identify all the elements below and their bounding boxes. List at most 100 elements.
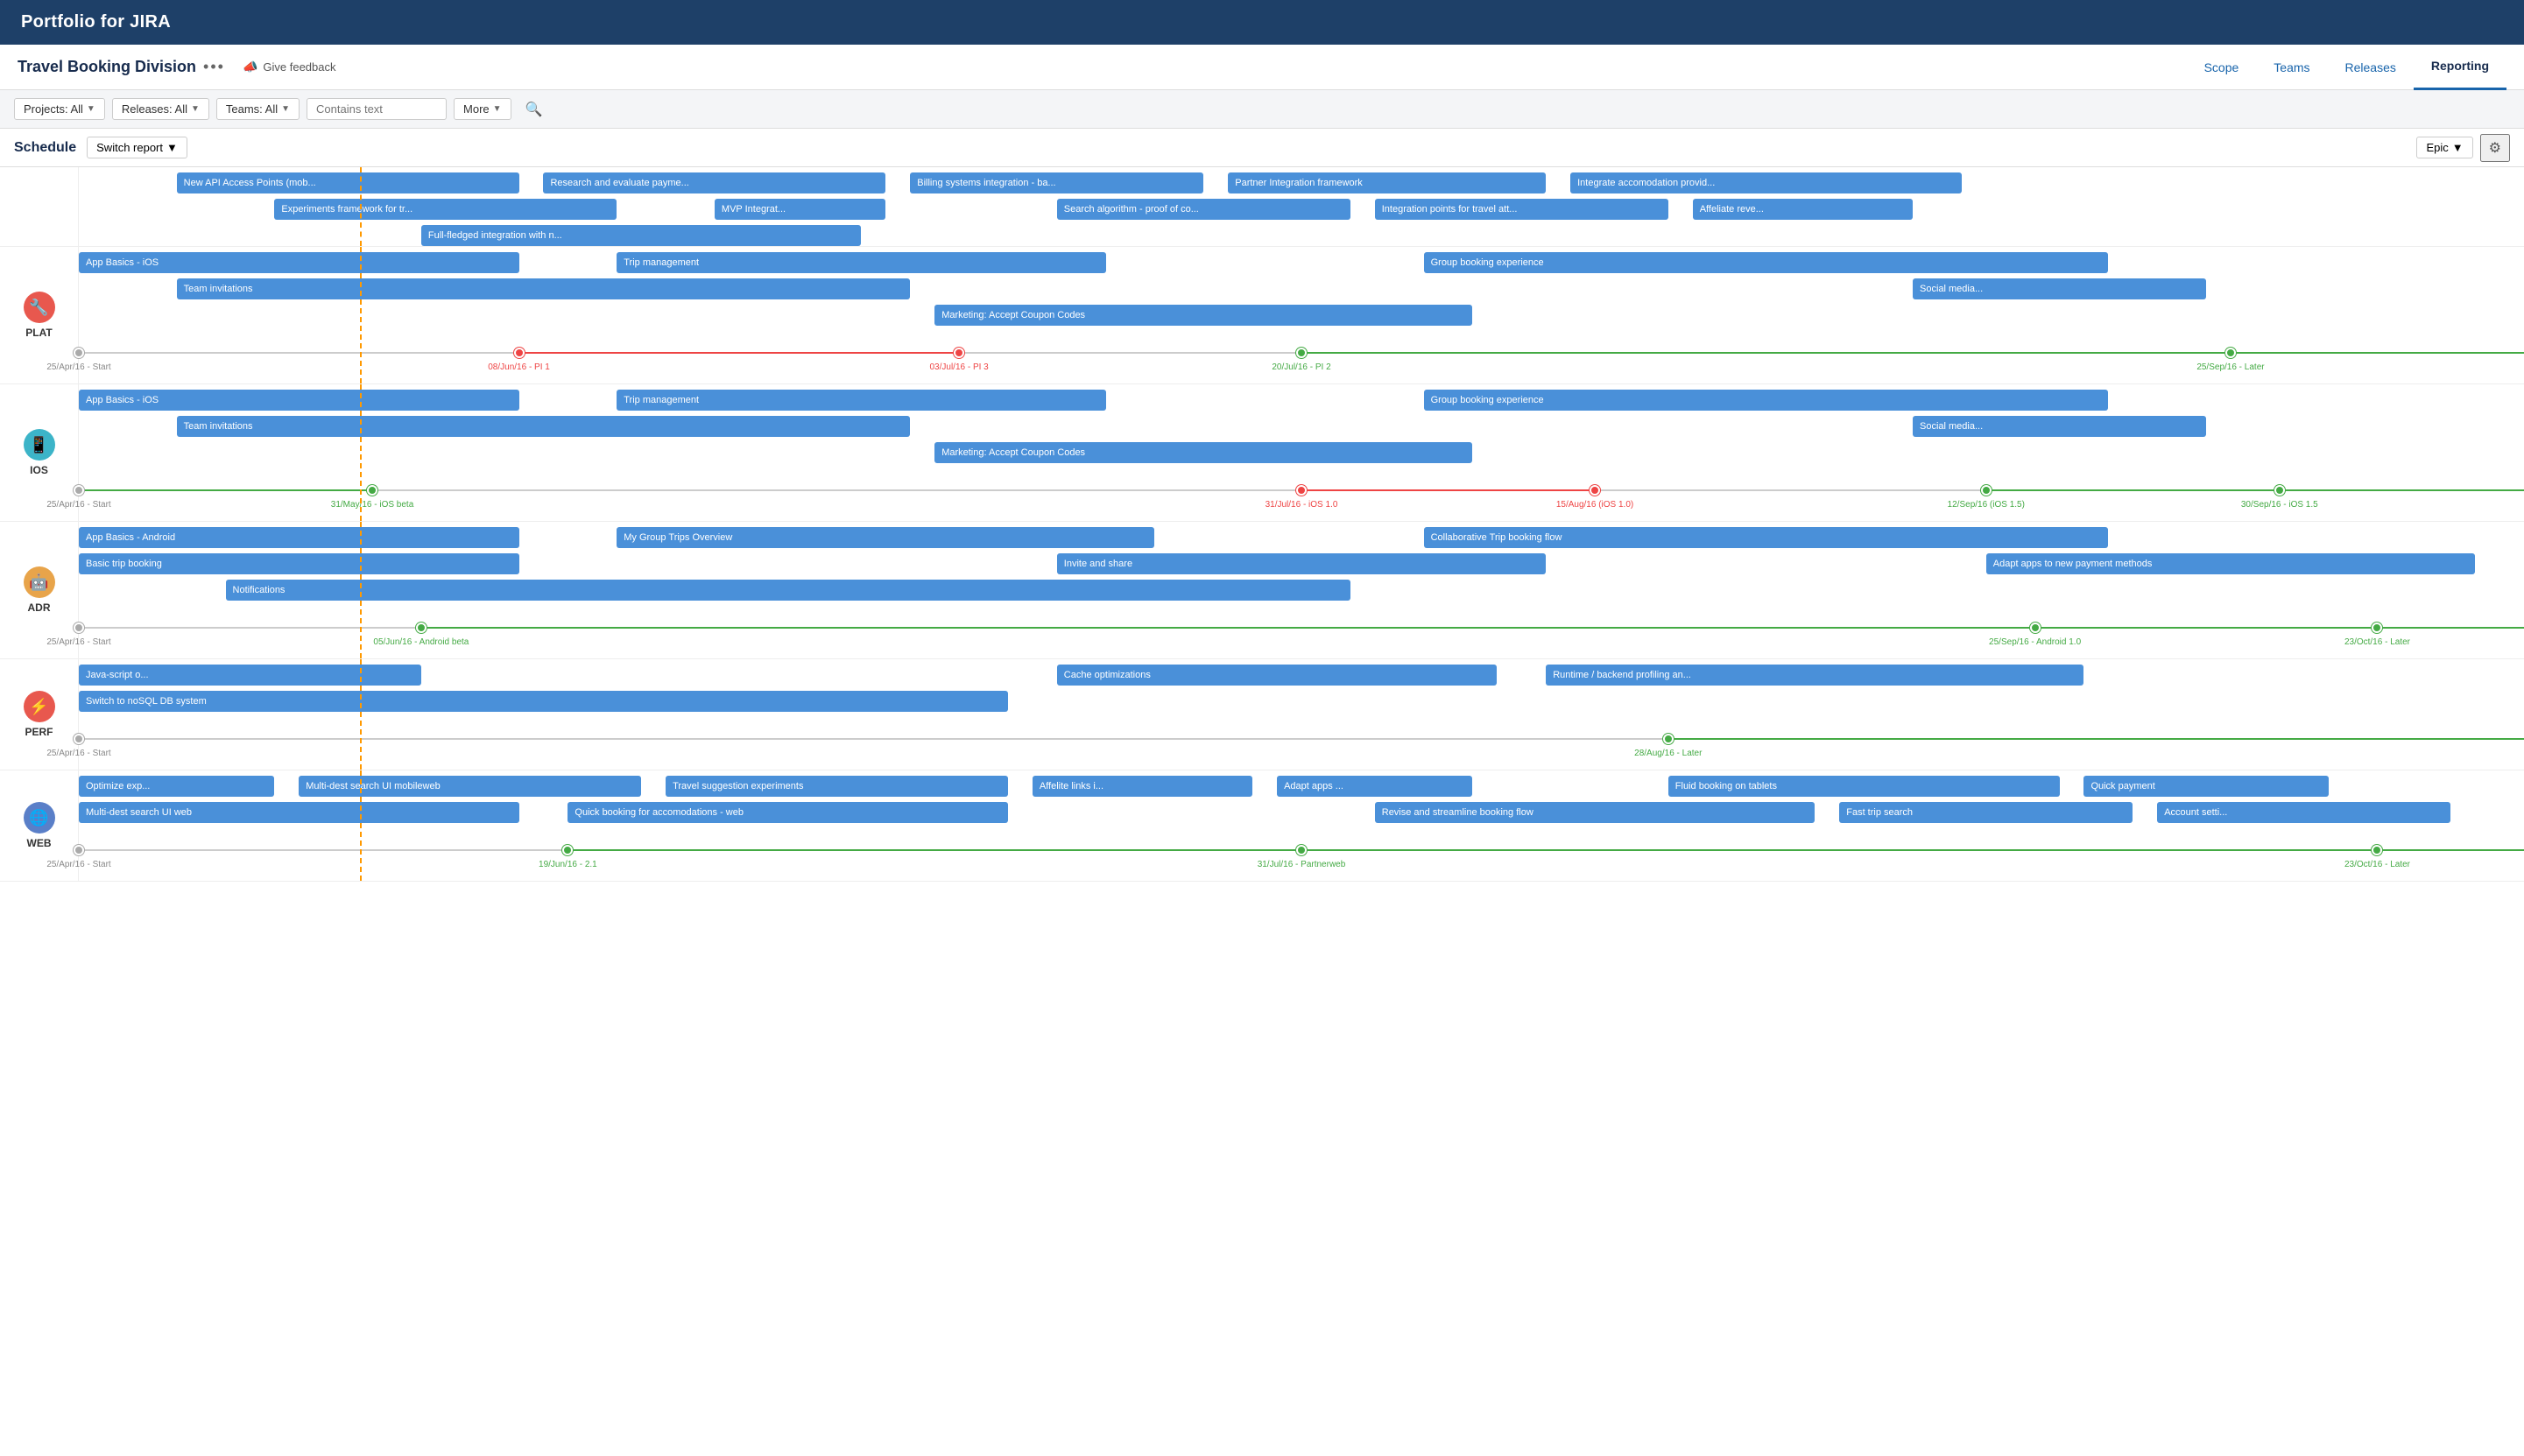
milestone-area-perf: 25/Apr/16 - Start28/Aug/16 - Later	[79, 726, 2524, 770]
epic-bar[interactable]: Account setti...	[2157, 802, 2450, 823]
milestone-label: 12/Sep/16 (iOS 1.5)	[1948, 500, 2025, 510]
top-epics-row: New API Access Points (mob... Research an…	[0, 167, 2524, 247]
milestone-dot	[1663, 734, 1674, 744]
team-avatar-perf: ⚡	[24, 691, 55, 722]
epic-bar[interactable]: Java-script o...	[79, 665, 421, 686]
epic-bar[interactable]: Cache optimizations	[1057, 665, 1498, 686]
epic-bar[interactable]: Team invitations	[177, 416, 911, 437]
epic-bar[interactable]: Marketing: Accept Coupon Codes	[934, 305, 1472, 326]
epic-bar[interactable]: Team invitations	[177, 278, 911, 299]
chevron-down-icon: ▼	[166, 141, 178, 154]
epic-bar[interactable]: Group booking experience	[1424, 390, 2109, 411]
epic-bar[interactable]: Integration points for travel att...	[1375, 199, 1668, 220]
tab-releases[interactable]: Releases	[2328, 45, 2414, 90]
epic-bar[interactable]: Research and evaluate payme...	[543, 172, 885, 193]
epic-bar[interactable]: Quick booking for accomodations - web	[568, 802, 1008, 823]
tab-teams[interactable]: Teams	[2256, 45, 2327, 90]
milestone-label: 20/Jul/16 - PI 2	[1272, 362, 1330, 372]
epic-bar[interactable]: Fluid booking on tablets	[1668, 776, 2060, 797]
team-row-adr: 🤖ADRApp Basics - AndroidMy Group Trips O…	[0, 522, 2524, 659]
milestone-area-adr: 25/Apr/16 - Start05/Jun/16 - Android bet…	[79, 615, 2524, 658]
epic-bar[interactable]: Billing systems integration - ba...	[910, 172, 1203, 193]
teams-filter[interactable]: Teams: All ▼	[216, 98, 300, 120]
epic-bar[interactable]: Experiments framework for tr...	[274, 199, 617, 220]
epic-bar[interactable]: Full-fledged integration with n...	[421, 225, 862, 246]
milestone-label: 03/Jul/16 - PI 3	[929, 362, 988, 372]
projects-filter[interactable]: Projects: All ▼	[14, 98, 105, 120]
app-title: Portfolio for JIRA	[21, 12, 171, 32]
team-content-ios: App Basics - iOS Trip management Group boo…	[79, 384, 2524, 521]
epic-bar[interactable]: Adapt apps ...	[1277, 776, 1472, 797]
milestone-dot	[74, 622, 84, 633]
chevron-down-icon: ▼	[493, 104, 502, 114]
epic-bar[interactable]: App Basics - iOS	[79, 390, 519, 411]
text-filter-input[interactable]	[307, 98, 447, 120]
milestone-dot	[562, 845, 573, 855]
tab-reporting[interactable]: Reporting	[2414, 45, 2506, 90]
gantt-wrapper: New API Access Points (mob... Research an…	[0, 167, 2524, 882]
milestone-dot	[2372, 845, 2382, 855]
top-epics-label	[0, 167, 79, 246]
epic-bar[interactable]: Search algorithm - proof of co...	[1057, 199, 1350, 220]
epic-bar[interactable]: Adapt apps to new payment methods	[1986, 553, 2475, 574]
search-icon[interactable]: 🔍	[518, 97, 550, 122]
milestone-area-plat: 25/Apr/16 - Start08/Jun/16 - PI 103/Jul/…	[79, 340, 2524, 383]
team-name-web: WEB	[27, 837, 52, 849]
epic-bar[interactable]: Marketing: Accept Coupon Codes	[934, 442, 1472, 463]
milestone-label: 25/Apr/16 - Start	[46, 637, 110, 647]
tab-scope[interactable]: Scope	[2187, 45, 2257, 90]
today-line	[360, 384, 362, 521]
epic-bar[interactable]: Travel suggestion experiments	[666, 776, 1008, 797]
settings-button[interactable]: ⚙	[2480, 134, 2510, 162]
epic-bar[interactable]: Trip management	[617, 252, 1105, 273]
epic-bar[interactable]: Notifications	[226, 580, 1350, 601]
epic-bar[interactable]: Optimize exp...	[79, 776, 274, 797]
team-content-web: Optimize exp... Multi-dest search UI mobi…	[79, 770, 2524, 881]
team-row-plat: 🔧PLATApp Basics - iOSTrip managementGrou…	[0, 247, 2524, 384]
epic-bar[interactable]: Social media...	[1913, 416, 2206, 437]
epic-bar[interactable]: Affelite links i...	[1033, 776, 1252, 797]
milestone-dot	[74, 348, 84, 358]
epic-bar[interactable]: Partner Integration framework	[1228, 172, 1546, 193]
epic-filter-button[interactable]: Epic ▼	[2416, 137, 2472, 158]
epic-bar[interactable]: Fast trip search	[1839, 802, 2133, 823]
releases-filter[interactable]: Releases: All ▼	[112, 98, 209, 120]
milestone-dot	[416, 622, 427, 633]
epic-bar[interactable]: New API Access Points (mob...	[177, 172, 519, 193]
team-avatar-plat: 🔧	[24, 292, 55, 323]
milestone-dot	[2030, 622, 2041, 633]
epic-bar[interactable]: Affeliate reve...	[1693, 199, 1913, 220]
epic-bar[interactable]: Runtime / backend profiling an...	[1546, 665, 2083, 686]
epic-bar[interactable]: App Basics - Android	[79, 527, 519, 548]
epic-bar[interactable]: MVP Integrat...	[715, 199, 885, 220]
milestone-dot	[1296, 348, 1307, 358]
milestone-label: 30/Sep/16 - iOS 1.5	[2241, 500, 2318, 510]
switch-report-button[interactable]: Switch report ▼	[87, 137, 187, 158]
milestone-dot	[1981, 485, 1992, 496]
milestone-label: 25/Apr/16 - Start	[46, 860, 110, 869]
team-row-web: 🌐WEBOptimize exp...Multi-dest search UI …	[0, 770, 2524, 882]
milestone-dot	[367, 485, 377, 496]
epic-bar[interactable]: Switch to noSQL DB system	[79, 691, 1008, 712]
epic-bar[interactable]: Invite and share	[1057, 553, 1546, 574]
epic-bar[interactable]: Basic trip booking	[79, 553, 519, 574]
epic-bar[interactable]: Revise and streamline booking flow	[1375, 802, 1815, 823]
epic-bar[interactable]: Integrate accomodation provid...	[1570, 172, 1962, 193]
chevron-down-icon: ▼	[281, 104, 290, 114]
megaphone-icon: 📣	[243, 60, 257, 74]
epic-bar[interactable]: Collaborative Trip booking flow	[1424, 527, 2109, 548]
epic-bar[interactable]: Group booking experience	[1424, 252, 2109, 273]
epic-bar[interactable]: Multi-dest search UI mobileweb	[299, 776, 641, 797]
epic-bar[interactable]: App Basics - iOS	[79, 252, 519, 273]
more-filter-button[interactable]: More ▼	[454, 98, 511, 120]
epic-bar[interactable]: Social media...	[1913, 278, 2206, 299]
milestone-label: 25/Sep/16 - Android 1.0	[1989, 637, 2081, 647]
feedback-button[interactable]: 📣 Give feedback	[243, 60, 336, 74]
more-dots-button[interactable]: •••	[203, 58, 225, 76]
epic-bar[interactable]: Multi-dest search UI web	[79, 802, 519, 823]
epic-bar[interactable]: Quick payment	[2083, 776, 2328, 797]
milestone-label: 25/Apr/16 - Start	[46, 362, 110, 372]
epic-bar[interactable]: Trip management	[617, 390, 1105, 411]
milestone-dot	[2372, 622, 2382, 633]
epic-bar[interactable]: My Group Trips Overview	[617, 527, 1154, 548]
